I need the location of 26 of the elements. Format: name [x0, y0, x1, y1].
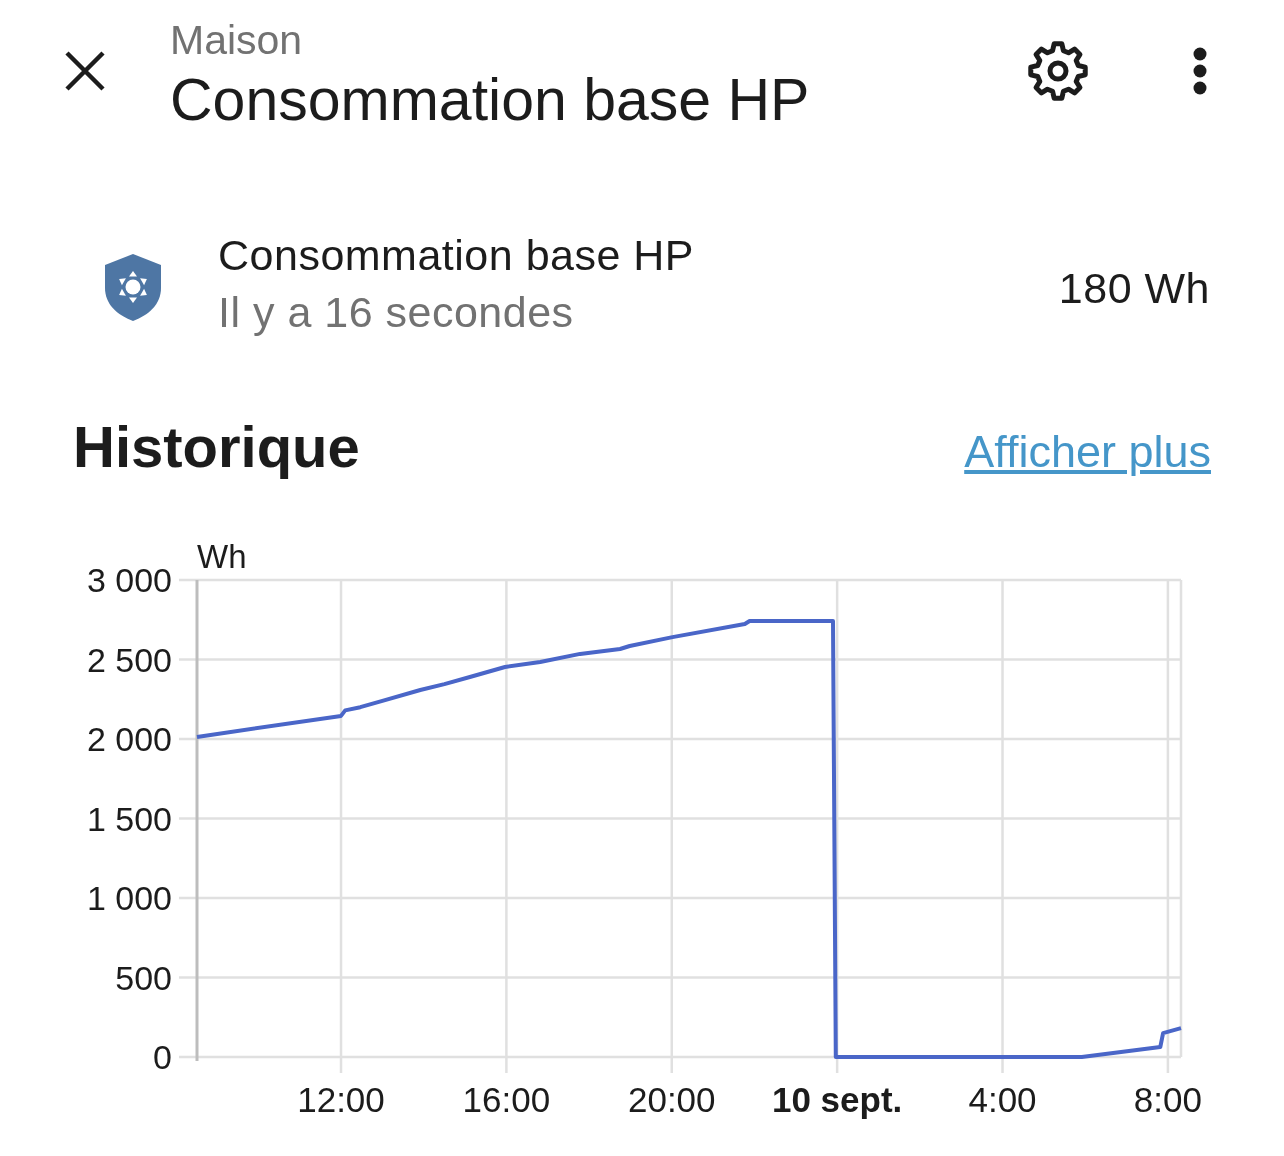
x-tick-label: 16:00: [462, 1080, 551, 1119]
header-subtitle: Maison: [170, 18, 304, 62]
shield-sun-icon: [105, 254, 161, 321]
settings-button[interactable]: [1026, 39, 1090, 103]
y-tick-label: 1 500: [86, 799, 172, 838]
y-tick-label: 2 500: [86, 640, 172, 679]
entity-name: Consommation base HP: [218, 231, 695, 279]
entity-state: 180 Wh: [1058, 263, 1210, 312]
y-tick-label: 2 000: [86, 720, 172, 758]
y-tick-label: 1 000: [86, 879, 172, 917]
show-more-link[interactable]: Afficher plus: [964, 426, 1211, 478]
axis-unit-label: Wh: [197, 538, 247, 575]
y-tick-label: 500: [115, 958, 172, 997]
x-tick-label: 8:00: [1133, 1080, 1202, 1119]
settings-icon: [1028, 41, 1088, 101]
x-tick-label: 20:00: [628, 1080, 716, 1119]
y-tick-label: 0: [153, 1038, 172, 1076]
dialog-title: Consommation base HP: [170, 68, 810, 132]
more-vertical-icon: [1193, 47, 1207, 95]
x-tick-label: 10 sept.: [771, 1080, 903, 1119]
section-title: Historique: [73, 415, 360, 479]
x-tick-label: 4:00: [968, 1080, 1037, 1119]
last-changed-text: Il y a 16 secondes: [218, 288, 575, 336]
x-tick-label: 12:00: [297, 1080, 385, 1119]
close-icon: [65, 51, 105, 91]
y-tick-label: 3 000: [86, 561, 172, 599]
